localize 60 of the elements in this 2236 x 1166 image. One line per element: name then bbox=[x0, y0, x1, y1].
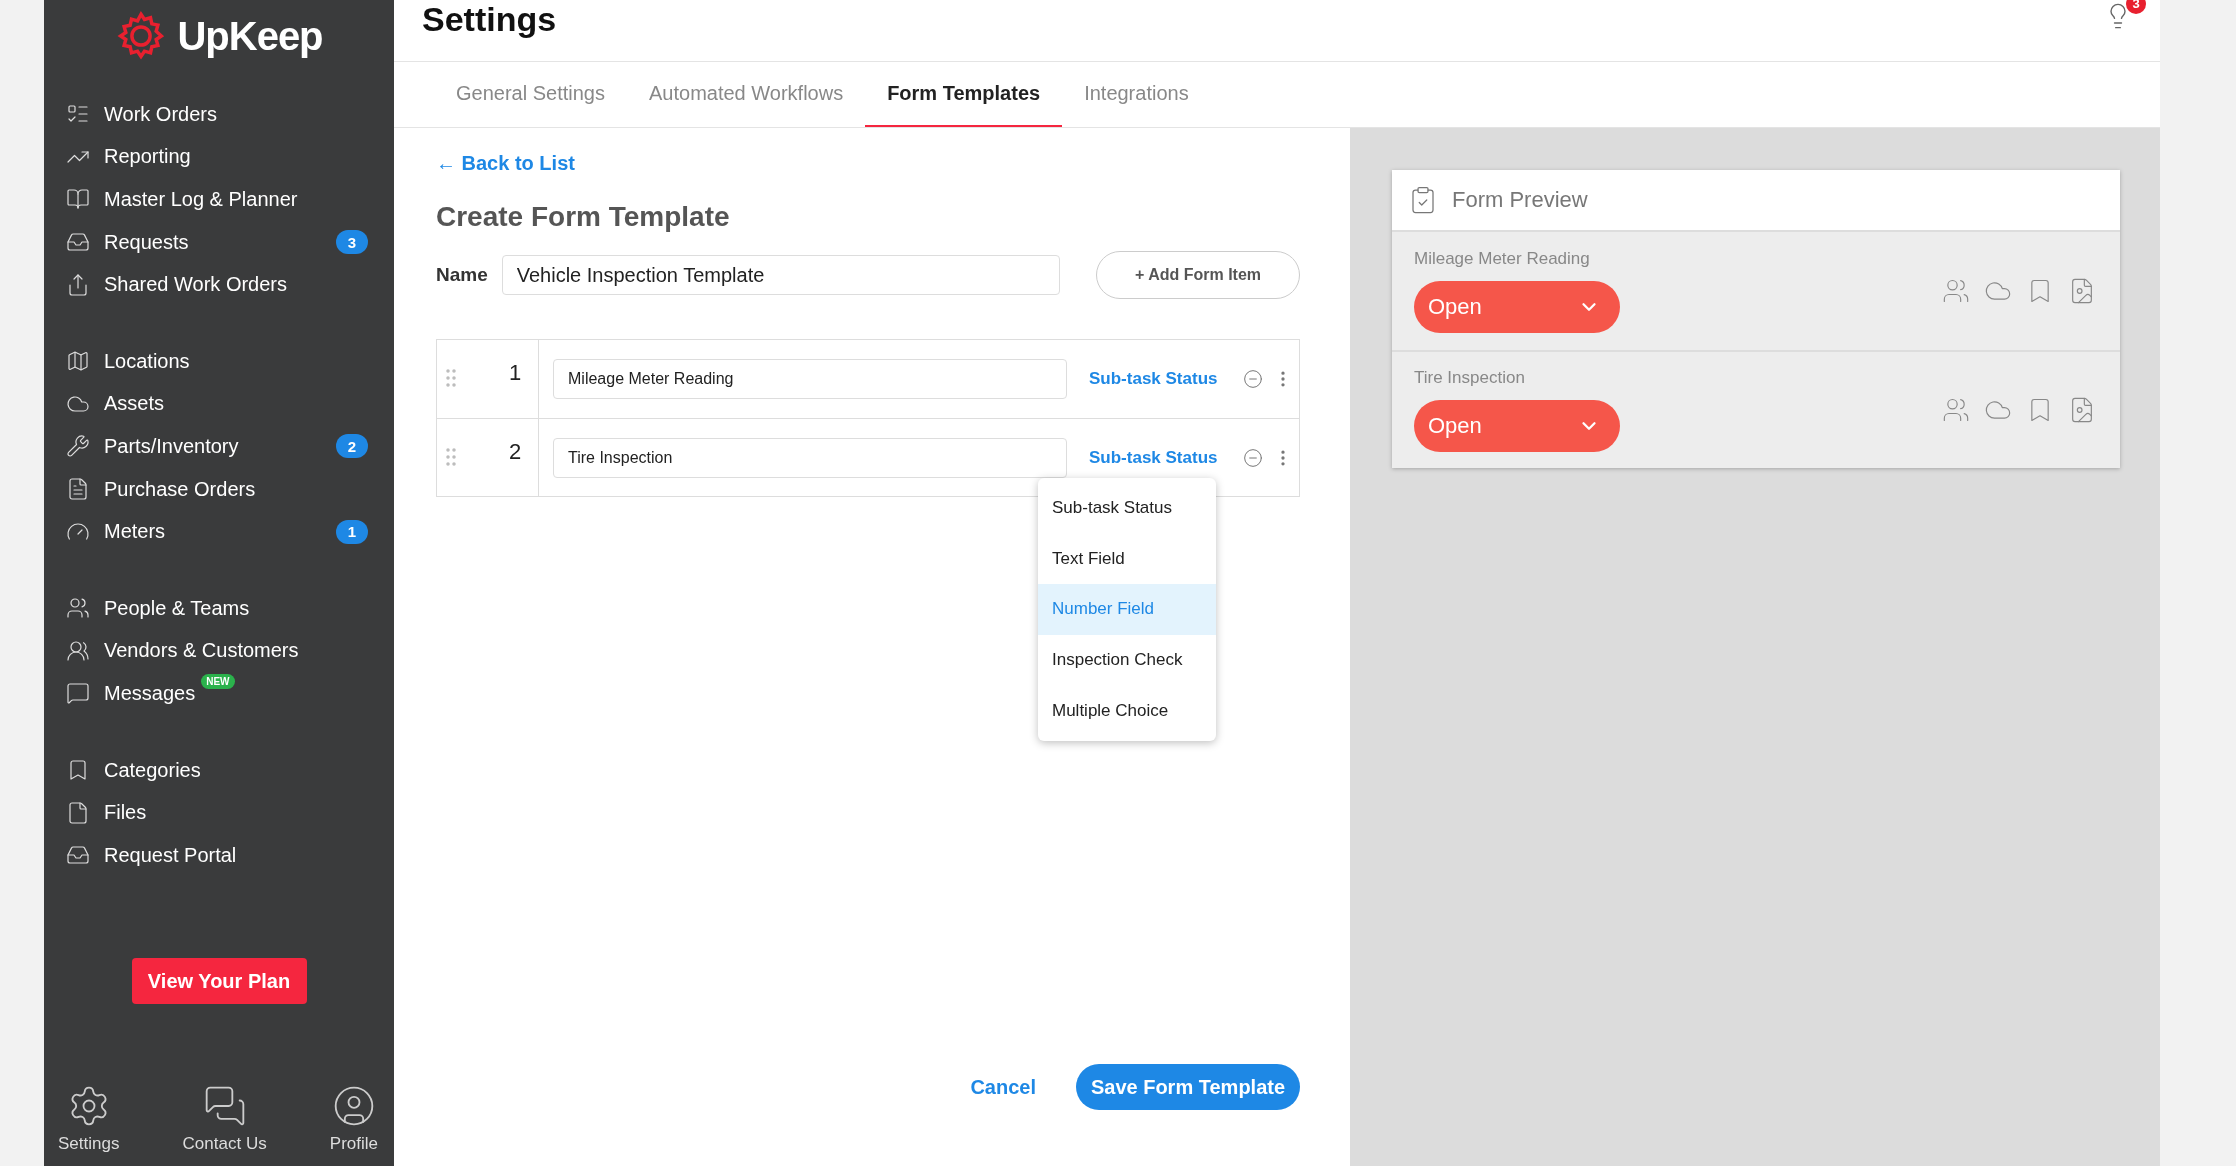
sidebar-item[interactable]: Files bbox=[44, 791, 394, 834]
sidebar-item[interactable]: Request Portal bbox=[44, 833, 394, 877]
sidebar-item[interactable]: Messages NEW bbox=[44, 672, 394, 715]
item-input[interactable]: Mileage Meter Reading bbox=[553, 359, 1067, 399]
new-tag: NEW bbox=[201, 674, 235, 690]
view-plan-button[interactable]: View Your Plan bbox=[131, 958, 307, 1004]
item-type-link[interactable]: Sub-task Status bbox=[1089, 369, 1218, 389]
settings-tab[interactable]: Integrations bbox=[1062, 62, 1211, 127]
bottom-nav-item[interactable]: Contact Us bbox=[182, 1084, 267, 1154]
chat-icon bbox=[66, 681, 90, 706]
sidebar-item[interactable]: Locations bbox=[44, 339, 394, 383]
wrench-icon bbox=[66, 434, 90, 459]
sidebar-item[interactable]: Master Log & Planner bbox=[44, 178, 394, 221]
item-number: 1 bbox=[509, 360, 522, 386]
bottom-nav-item[interactable]: Settings bbox=[58, 1084, 120, 1154]
remove-icon[interactable] bbox=[1243, 447, 1264, 468]
sidebar-item[interactable]: Parts/Inventory 2 bbox=[44, 425, 394, 468]
menu-option[interactable]: Inspection Check bbox=[1038, 634, 1216, 686]
menu-option[interactable]: Multiple Choice bbox=[1038, 685, 1216, 736]
bottom-nav-item[interactable]: Profile bbox=[329, 1084, 378, 1154]
count-badge: 3 bbox=[336, 230, 368, 255]
form-title: Create Form Template bbox=[436, 201, 731, 233]
item-type-link[interactable]: Sub-task Status bbox=[1089, 447, 1218, 468]
name-label: Name bbox=[436, 264, 488, 286]
item-number: 2 bbox=[509, 439, 522, 465]
group-icon bbox=[66, 638, 90, 663]
page-title: Settings bbox=[422, 0, 557, 39]
count-badge: 1 bbox=[336, 519, 368, 544]
cancel-link[interactable]: Cancel bbox=[970, 1075, 1036, 1099]
sidebar-item[interactable]: Work Orders bbox=[44, 93, 394, 136]
sidebar-item[interactable]: Requests 3 bbox=[44, 220, 394, 264]
document-icon bbox=[66, 477, 90, 502]
sidebar-item[interactable]: Categories bbox=[44, 748, 394, 792]
menu-option[interactable]: Sub-task Status bbox=[1038, 483, 1216, 534]
back-link[interactable]: ← Back to List bbox=[436, 152, 575, 175]
sidebar-item[interactable]: Reporting bbox=[44, 135, 394, 179]
sidebar-item[interactable]: Purchase Orders bbox=[44, 467, 394, 511]
settings-tab[interactable]: Form Templates bbox=[865, 62, 1063, 127]
settings-tab[interactable]: Automated Workflows bbox=[627, 62, 866, 127]
menu-option[interactable]: Text Field bbox=[1038, 533, 1216, 585]
share-icon bbox=[66, 272, 90, 297]
sidebar-item[interactable]: Assets bbox=[44, 382, 394, 426]
preview-item-label: Mileage Meter Reading bbox=[1414, 249, 1591, 269]
people-icon[interactable] bbox=[1942, 277, 1970, 305]
add-form-item-button[interactable]: + Add Form Item bbox=[1096, 251, 1300, 299]
file-icon bbox=[66, 800, 90, 825]
preview-item-label: Tire Inspection bbox=[1414, 368, 1526, 388]
save-button[interactable]: Save Form Template bbox=[1076, 1064, 1300, 1110]
sidebar-item[interactable]: Vendors & Customers bbox=[44, 629, 394, 673]
logo-text: UpKeep bbox=[177, 13, 323, 59]
sidebar-item[interactable]: People & Teams bbox=[44, 586, 394, 630]
name-input[interactable]: Vehicle Inspection Template bbox=[501, 255, 1060, 295]
preview-title: Form Preview bbox=[1452, 187, 1588, 213]
sidebar-item[interactable]: Meters 1 bbox=[44, 510, 394, 553]
count-badge: 2 bbox=[336, 434, 368, 459]
settings-tab[interactable]: General Settings bbox=[434, 62, 627, 127]
remove-icon[interactable] bbox=[1243, 369, 1264, 389]
sidebar-item[interactable]: Shared Work Orders bbox=[44, 263, 394, 306]
people-icon[interactable] bbox=[1942, 396, 1970, 424]
item-input[interactable]: Tire Inspection bbox=[553, 437, 1067, 478]
